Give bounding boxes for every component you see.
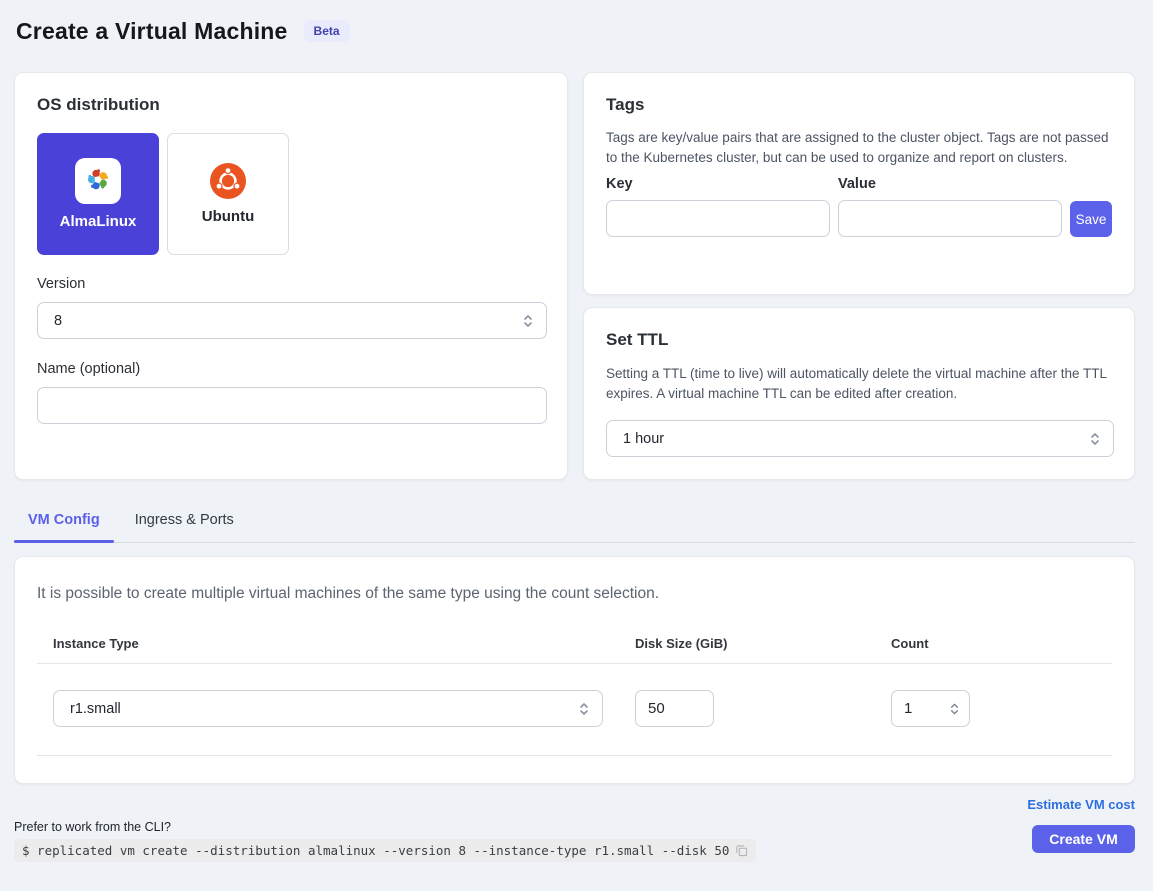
col-disk-size: Disk Size (GiB): [635, 636, 891, 651]
tab-vm-config[interactable]: VM Config: [14, 510, 114, 542]
value-input[interactable]: [838, 200, 1062, 237]
count-input[interactable]: [891, 690, 970, 727]
chevron-updown-icon: [522, 312, 534, 330]
tab-bar: VM Config Ingress & Ports: [14, 510, 1135, 543]
ttl-select-value: 1 hour: [623, 431, 664, 447]
top-grid: OS distribution: [14, 72, 1135, 480]
table-divider: [37, 663, 1112, 664]
chevron-updown-icon: [1089, 430, 1101, 448]
col-instance-type: Instance Type: [53, 636, 635, 651]
os-card-title: OS distribution: [37, 95, 545, 115]
os-tile-ubuntu[interactable]: Ubuntu: [167, 133, 289, 255]
version-label: Version: [37, 276, 545, 292]
os-tile-almalinux[interactable]: AlmaLinux: [37, 133, 159, 255]
os-tile-almalinux-label: AlmaLinux: [60, 213, 137, 230]
table-row: r1.small: [53, 690, 1112, 727]
tags-card: Tags Tags are key/value pairs that are a…: [583, 72, 1135, 295]
ttl-card-description: Setting a TTL (time to live) will automa…: [606, 364, 1112, 404]
create-vm-page: Create a Virtual Machine Beta OS distrib…: [0, 0, 1153, 887]
ttl-card: Set TTL Setting a TTL (time to live) wil…: [583, 307, 1135, 480]
disk-size-input[interactable]: [635, 690, 714, 727]
tags-card-title: Tags: [606, 95, 1112, 115]
cli-prompt: Prefer to work from the CLI?: [14, 820, 756, 834]
right-column: Tags Tags are key/value pairs that are a…: [583, 72, 1135, 480]
col-count: Count: [891, 636, 1096, 651]
tab-ingress-ports[interactable]: Ingress & Ports: [121, 510, 248, 542]
cli-command: $ replicated vm create --distribution al…: [14, 839, 756, 862]
cli-command-text: $ replicated vm create --distribution al…: [22, 843, 729, 858]
os-distribution-card: OS distribution: [14, 72, 568, 480]
tags-key-col: Key: [606, 176, 830, 237]
estimate-vm-cost-link[interactable]: Estimate VM cost: [1027, 797, 1135, 812]
vm-config-card: It is possible to create multiple virtua…: [14, 556, 1135, 784]
version-select-value: 8: [54, 313, 62, 329]
tags-card-description: Tags are key/value pairs that are assign…: [606, 128, 1112, 168]
save-button[interactable]: Save: [1070, 201, 1112, 237]
vm-table-header: Instance Type Disk Size (GiB) Count: [53, 636, 1112, 651]
almalinux-logo-icon: [75, 158, 121, 204]
ubuntu-logo-icon: [210, 163, 246, 199]
tags-value-col: Value: [838, 176, 1062, 237]
page-title: Create a Virtual Machine: [16, 18, 288, 45]
create-vm-button[interactable]: Create VM: [1032, 825, 1135, 853]
version-select[interactable]: 8: [37, 302, 547, 339]
ttl-card-title: Set TTL: [606, 330, 1112, 350]
copy-icon[interactable]: [735, 844, 748, 857]
key-label: Key: [606, 176, 830, 192]
footer: Estimate VM cost Create VM Prefer to wor…: [14, 784, 1135, 887]
beta-badge: Beta: [304, 20, 350, 42]
row-divider: [37, 755, 1112, 756]
page-header: Create a Virtual Machine Beta: [14, 14, 1135, 48]
instance-type-value: r1.small: [70, 701, 121, 717]
count-stepper[interactable]: [891, 690, 970, 727]
os-tiles: AlmaLinux Ub: [37, 133, 545, 255]
chevron-updown-icon: [578, 700, 590, 718]
instance-type-select[interactable]: r1.small: [53, 690, 603, 727]
key-input[interactable]: [606, 200, 830, 237]
name-input[interactable]: [37, 387, 547, 424]
cli-block: Prefer to work from the CLI? $ replicate…: [14, 820, 756, 862]
os-tile-ubuntu-label: Ubuntu: [202, 208, 254, 225]
name-label: Name (optional): [37, 361, 545, 377]
value-label: Value: [838, 176, 1062, 192]
tags-kv-row: Key Value Save: [606, 176, 1112, 237]
ttl-select[interactable]: 1 hour: [606, 420, 1114, 457]
vm-config-intro: It is possible to create multiple virtua…: [37, 585, 1112, 603]
